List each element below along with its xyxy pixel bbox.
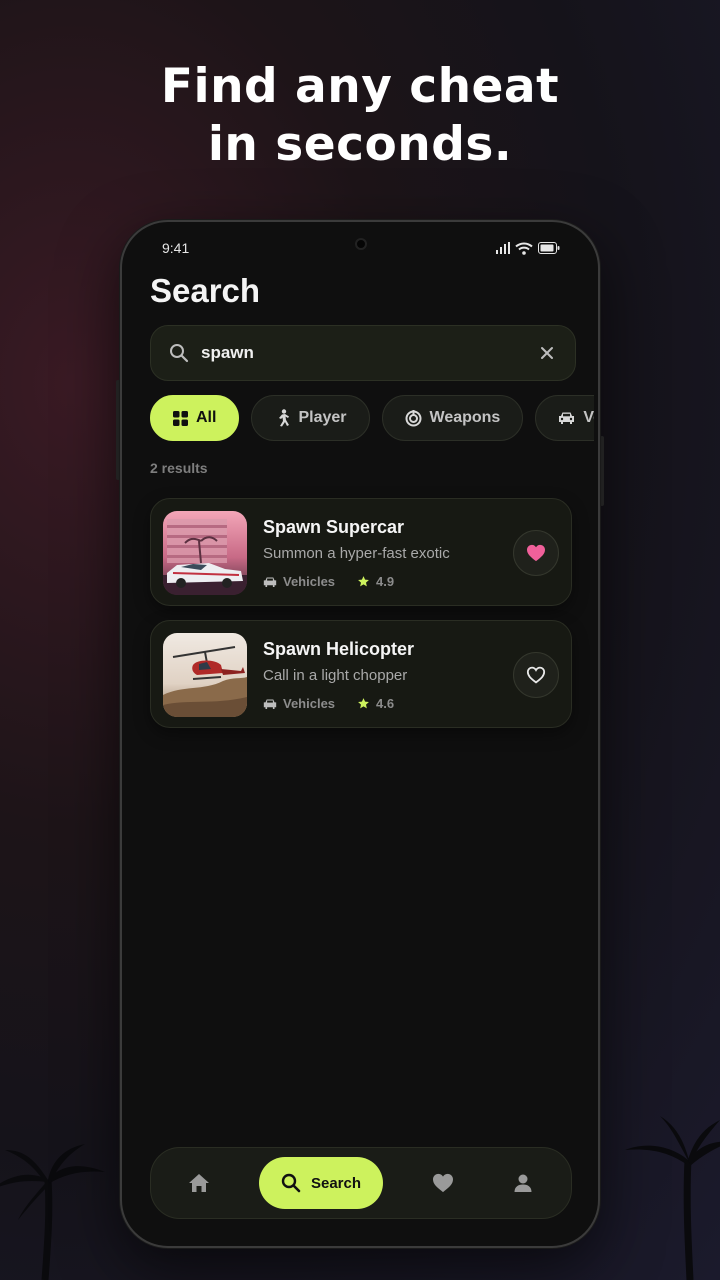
card-description: Summon a hyper-fast exotic bbox=[263, 545, 450, 562]
grid-icon bbox=[173, 410, 188, 426]
status-icons bbox=[496, 242, 560, 255]
palm-tree-right-decoration bbox=[625, 1116, 720, 1280]
filter-chip-label: Vehicles bbox=[583, 409, 594, 426]
supercar-thumbnail bbox=[163, 511, 247, 595]
palm-tree-left-decoration bbox=[0, 1144, 105, 1280]
filter-chip-label: Player bbox=[298, 409, 347, 426]
home-icon bbox=[189, 1174, 209, 1192]
result-card[interactable]: Spawn Helicopter Call in a light chopper… bbox=[150, 620, 572, 728]
filter-chips: All Player Weapons V bbox=[150, 395, 594, 441]
card-category: Vehicles bbox=[283, 696, 336, 711]
result-card[interactable]: Spawn Supercar Summon a hyper-fast exoti… bbox=[150, 498, 572, 606]
filter-chip-weapons[interactable]: Weapons bbox=[381, 395, 524, 441]
heart-icon bbox=[433, 1173, 453, 1193]
card-meta: Vehicles 4.9 bbox=[263, 574, 394, 589]
card-title: Spawn Helicopter bbox=[263, 639, 415, 659]
heart-outline-icon bbox=[526, 666, 546, 684]
car-icon bbox=[263, 698, 277, 709]
nav-search-label: Search bbox=[310, 1174, 362, 1192]
wifi-icon bbox=[515, 242, 533, 255]
car-icon bbox=[559, 412, 575, 424]
search-icon bbox=[281, 1173, 301, 1193]
nav-search[interactable]: Search bbox=[259, 1157, 383, 1209]
clear-search-button[interactable] bbox=[537, 343, 557, 363]
card-title: Spawn Supercar bbox=[263, 517, 405, 537]
search-input[interactable] bbox=[201, 343, 537, 363]
helicopter-thumbnail bbox=[163, 633, 247, 717]
phone-side-button-right bbox=[600, 436, 604, 506]
headline-line-2: in seconds. bbox=[207, 117, 513, 172]
favorite-button[interactable] bbox=[513, 530, 559, 576]
close-icon bbox=[541, 347, 553, 359]
card-rating-value: 4.6 bbox=[376, 696, 395, 711]
card-description: Call in a light chopper bbox=[263, 667, 408, 684]
status-time: 9:41 bbox=[162, 240, 190, 256]
card-rating: 4.6 bbox=[357, 696, 394, 711]
star-icon bbox=[358, 576, 369, 587]
filter-chip-label: Weapons bbox=[429, 409, 501, 426]
card-rating-value: 4.9 bbox=[376, 574, 395, 589]
card-category: Vehicles bbox=[283, 574, 336, 589]
marketing-headline: Find any cheat in seconds. bbox=[0, 58, 720, 174]
running-person-icon bbox=[279, 409, 290, 427]
search-icon bbox=[170, 344, 189, 363]
nav-profile[interactable] bbox=[503, 1163, 543, 1203]
filter-chip-vehicles[interactable]: Vehicles bbox=[535, 395, 594, 441]
status-bar: 9:41 bbox=[162, 238, 560, 258]
card-rating: 4.9 bbox=[357, 574, 394, 589]
filter-chip-player[interactable]: Player bbox=[251, 395, 370, 441]
bottom-navigation: Search bbox=[150, 1147, 572, 1219]
page-title: Search bbox=[150, 272, 261, 309]
car-icon bbox=[263, 576, 277, 587]
battery-icon bbox=[538, 242, 560, 254]
cellular-signal-icon bbox=[496, 242, 510, 254]
headline-line-1: Find any cheat bbox=[160, 59, 560, 114]
filter-chip-all[interactable]: All bbox=[150, 395, 240, 441]
user-icon bbox=[514, 1174, 532, 1192]
star-icon bbox=[358, 698, 369, 709]
nav-home[interactable] bbox=[179, 1163, 219, 1203]
nav-favorites[interactable] bbox=[423, 1163, 463, 1203]
results-count: 2 results bbox=[150, 460, 208, 476]
filter-chip-label: All bbox=[196, 409, 217, 426]
search-bar bbox=[150, 325, 576, 381]
phone-frame: 9:41 Search spawn All Player Weapons V 2… bbox=[120, 220, 600, 1248]
target-icon bbox=[405, 409, 421, 426]
favorite-button[interactable] bbox=[513, 652, 559, 698]
heart-filled-icon bbox=[527, 544, 545, 562]
card-meta: Vehicles 4.6 bbox=[263, 696, 394, 711]
